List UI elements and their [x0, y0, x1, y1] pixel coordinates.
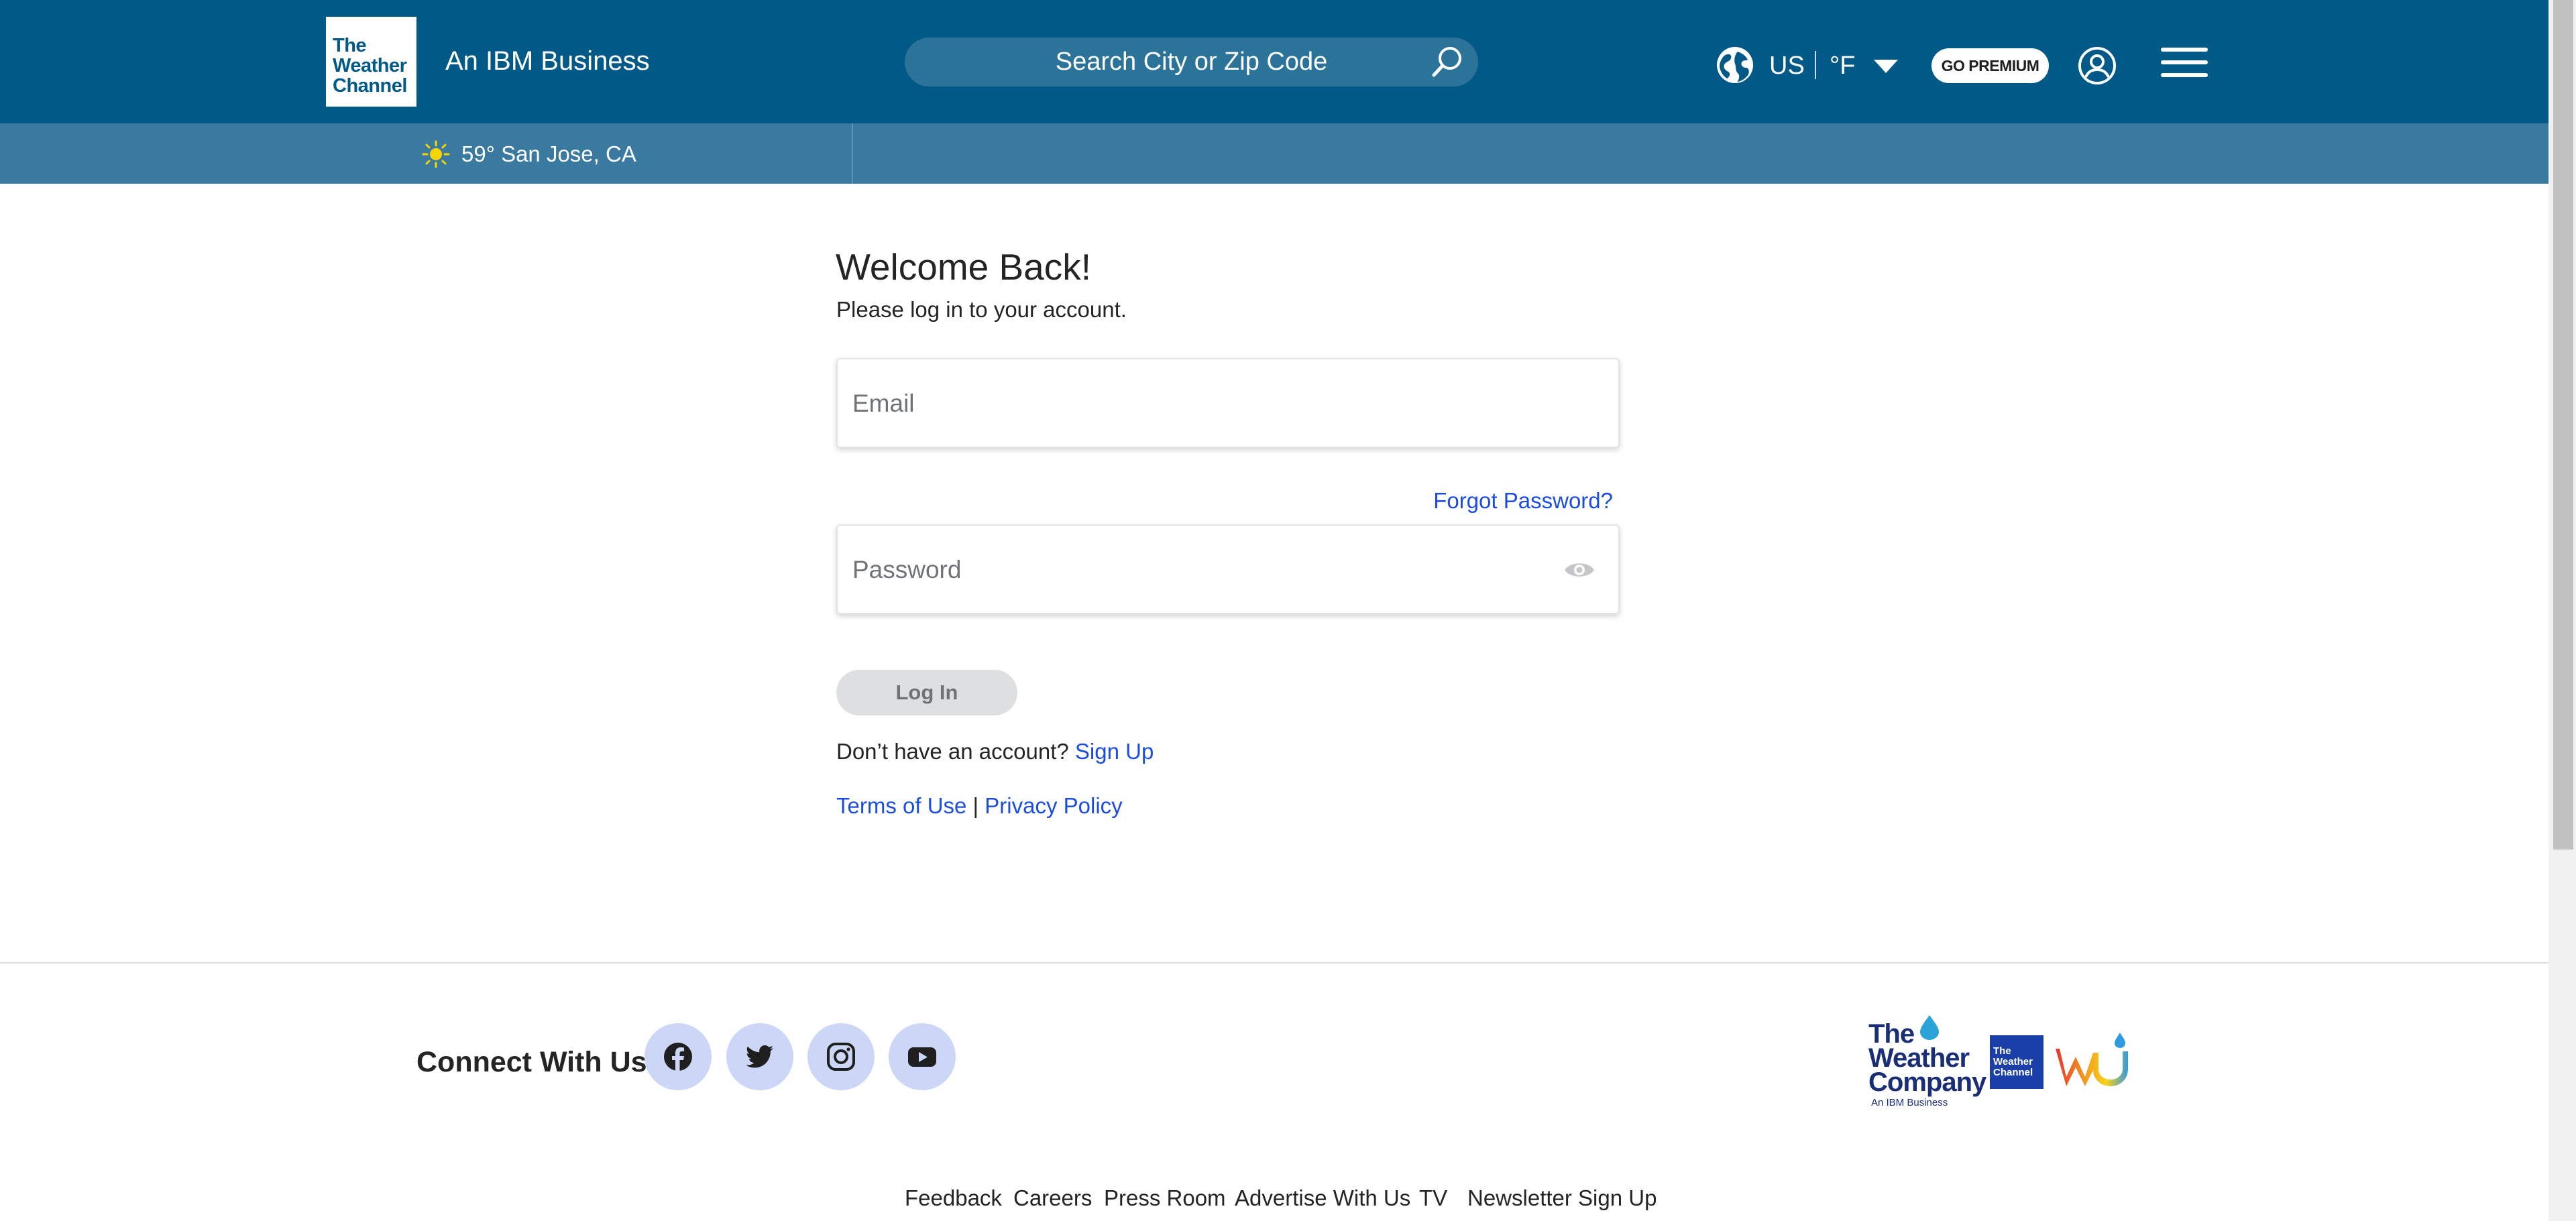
caret-down-icon[interactable] — [1872, 58, 1899, 75]
footer-link-newsletter[interactable]: Newsletter Sign Up — [1467, 1181, 1657, 1215]
email-placeholder: Email — [852, 390, 915, 417]
weather-company-logo[interactable]: The Weather Company An IBM Business — [1868, 1014, 1986, 1111]
water-drop-icon — [1920, 1015, 1939, 1040]
legal-links: Terms of Use | Privacy Policy — [836, 789, 1123, 823]
footer-link-feedback[interactable]: Feedback — [905, 1181, 1002, 1215]
channel-logo-line: The — [1993, 1045, 2011, 1057]
forgot-password-link[interactable]: Forgot Password? — [1429, 485, 1613, 516]
show-password-icon[interactable] — [1563, 558, 1595, 582]
connect-with-us-label: Connect With Us — [416, 1046, 647, 1078]
privacy-policy-link[interactable]: Privacy Policy — [985, 793, 1122, 818]
search-placeholder: Search City or Zip Code — [1055, 48, 1328, 76]
facebook-button[interactable] — [645, 1023, 712, 1090]
password-placeholder: Password — [852, 556, 962, 583]
footer-link-advertise[interactable]: Advertise With Us — [1235, 1181, 1410, 1215]
channel-logo-line: Channel — [1993, 1067, 2033, 1078]
company-logo-line: An IBM Business — [1871, 1097, 1948, 1108]
footer-link-careers[interactable]: Careers — [1013, 1181, 1092, 1215]
location-bar-divider — [852, 123, 853, 184]
scrollbar-thumb[interactable] — [2553, 0, 2573, 850]
footer-link-tv[interactable]: TV — [1419, 1181, 1447, 1215]
search-icon[interactable] — [1429, 44, 1465, 80]
no-account-text: Don’t have an account? — [836, 739, 1075, 764]
logo-line: Channel — [333, 75, 407, 97]
legal-separator: | — [966, 793, 985, 818]
weather-channel-small-logo[interactable]: The Weather Channel — [1990, 1035, 2043, 1089]
unit-selector[interactable]: °F — [1830, 49, 1855, 82]
region-selector[interactable]: US — [1769, 49, 1805, 82]
sign-up-link[interactable]: Sign Up — [1075, 739, 1154, 764]
twitter-button[interactable] — [726, 1023, 793, 1090]
user-account-icon[interactable] — [2078, 46, 2117, 85]
location-bar — [0, 123, 2549, 184]
page-title: Welcome Back! — [836, 246, 1092, 288]
go-premium-button[interactable]: GO PREMIUM — [1931, 48, 2049, 83]
youtube-button[interactable] — [889, 1023, 956, 1090]
signup-prompt: Don’t have an account? Sign Up — [836, 735, 1154, 768]
instagram-icon — [827, 1043, 855, 1071]
weather-underground-logo[interactable] — [2056, 1030, 2136, 1094]
instagram-button[interactable] — [807, 1023, 875, 1090]
page-subtitle: Please log in to your account. — [836, 297, 1127, 322]
password-field[interactable]: Password — [836, 524, 1620, 614]
terms-of-use-link[interactable]: Terms of Use — [836, 793, 966, 818]
twitter-icon — [746, 1045, 773, 1068]
weather-channel-logo[interactable]: The Weather Channel — [326, 17, 416, 107]
channel-logo-line: Weather — [1993, 1056, 2033, 1067]
ibm-business-label: An IBM Business — [445, 46, 650, 76]
current-location[interactable]: 59° San Jose, CA — [461, 138, 636, 170]
sun-icon — [422, 140, 450, 168]
globe-icon[interactable] — [1716, 46, 1754, 84]
footer-link-press-room[interactable]: Press Room — [1104, 1181, 1226, 1215]
search-input[interactable]: Search City or Zip Code — [905, 38, 1478, 86]
company-logo-line: Company — [1868, 1067, 1986, 1097]
email-field[interactable]: Email — [836, 358, 1620, 448]
login-button[interactable]: Log In — [836, 670, 1017, 715]
footer-divider — [0, 962, 2549, 964]
logo-line: Weather — [333, 55, 407, 76]
hamburger-menu-icon[interactable] — [2161, 46, 2208, 78]
region-divider — [1815, 51, 1816, 79]
facebook-icon — [664, 1043, 692, 1071]
logo-line: The — [333, 35, 367, 56]
youtube-icon — [908, 1047, 936, 1067]
